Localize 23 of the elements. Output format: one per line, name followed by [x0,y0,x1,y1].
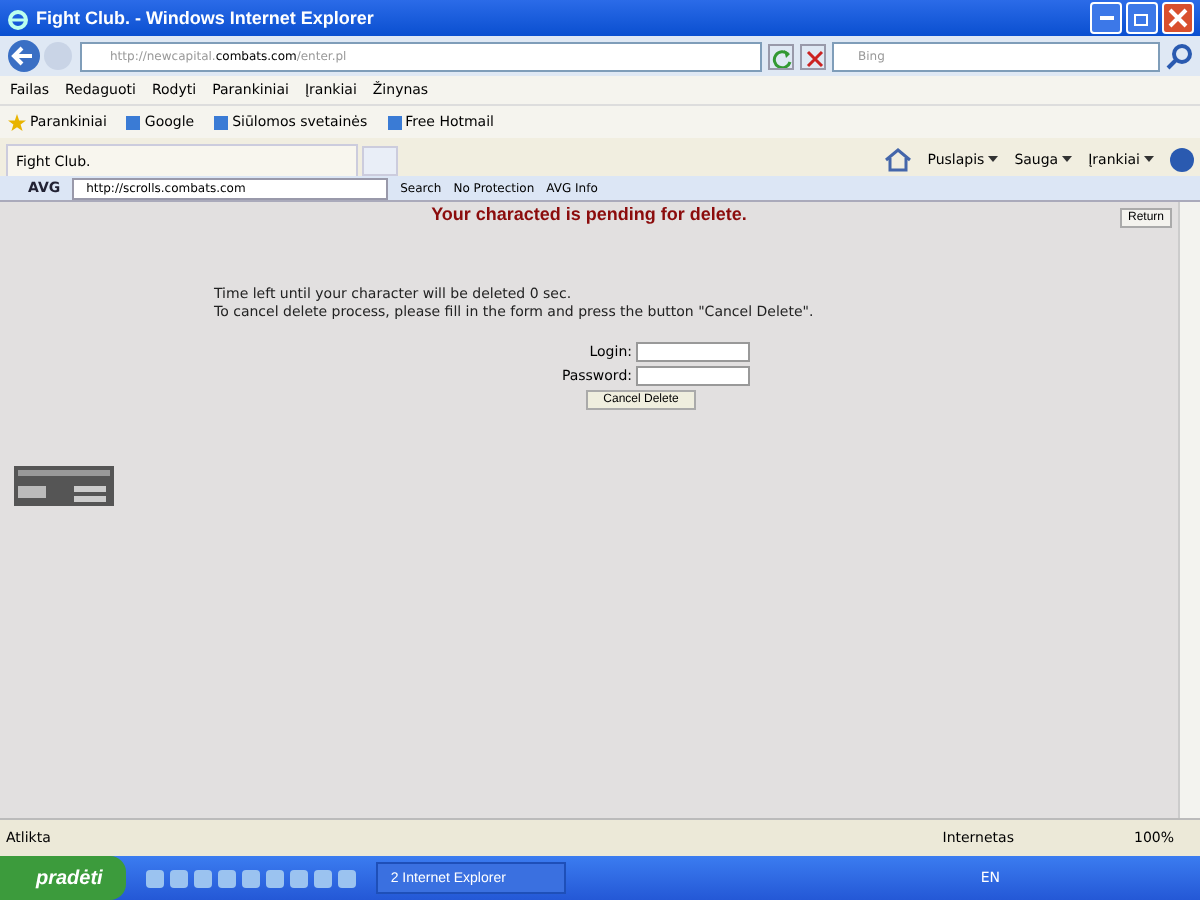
counter-banner [14,466,114,506]
scrollbar[interactable] [1178,202,1200,818]
close-icon [1168,8,1188,28]
caret-icon [1144,156,1154,162]
search-icon[interactable] [1166,42,1194,70]
refresh-icon[interactable] [768,43,794,69]
caret-icon [988,156,999,162]
browser-logo-icon [6,7,28,29]
minimize-button[interactable] [1090,2,1122,34]
close-button[interactable] [1162,2,1194,34]
home-icon[interactable] [883,147,912,171]
input-field[interactable] [636,366,750,386]
caret-icon [1062,156,1073,162]
stop-icon[interactable] [800,43,826,69]
back-forward-icon[interactable] [6,38,74,74]
maximize-button[interactable] [1126,2,1158,34]
minimize-icon [1099,16,1113,20]
start-button[interactable]: pradėti [0,856,127,900]
window-title: Fight Club. - Windows Internet Explorer [36,8,376,28]
input-field[interactable] [636,342,750,362]
star-icon [8,113,26,131]
page-heading: Your characted is pending for delete. [431,202,747,228]
restore-icon [1132,8,1152,28]
